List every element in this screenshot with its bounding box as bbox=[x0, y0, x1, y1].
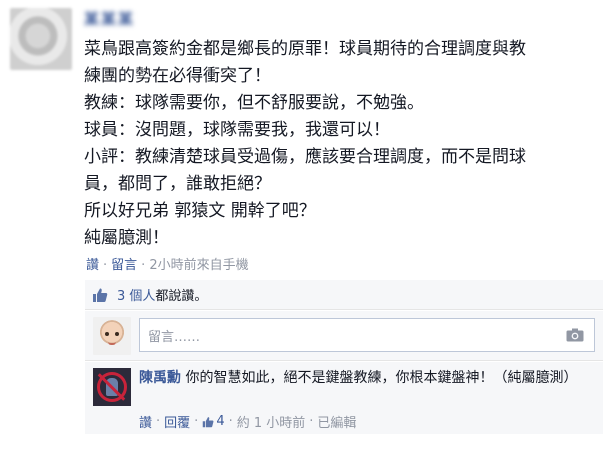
post-author-avatar[interactable] bbox=[10, 8, 72, 70]
like-link[interactable]: 讚 bbox=[86, 258, 99, 273]
likes-summary: 3 個人都說讚。 bbox=[85, 280, 603, 310]
separator-dot: · bbox=[103, 258, 108, 273]
likes-text: 3 個人都說讚。 bbox=[117, 285, 207, 304]
camera-icon[interactable] bbox=[566, 328, 584, 342]
comment-reply-link[interactable]: 回覆 bbox=[164, 412, 190, 431]
comment-text: 你的智慧如此，絕不是鍵盤教練，你根本鍵盤神！（純屬臆測） bbox=[181, 370, 578, 386]
comment-like-link[interactable]: 讚 bbox=[139, 412, 152, 431]
comment-timestamp[interactable]: 約 1 小時前 bbox=[237, 412, 306, 431]
comment-like-count[interactable]: 4 bbox=[216, 414, 224, 429]
commenter-avatar[interactable] bbox=[93, 368, 131, 406]
likes-count-link[interactable]: 3 個人 bbox=[117, 289, 155, 304]
post-line: 教練：球隊需要你，但不舒服要說，不勉強。 bbox=[84, 93, 424, 113]
avatar-eye bbox=[115, 332, 119, 336]
separator-dot: · bbox=[309, 414, 314, 429]
comment-actions: 讚 · 回覆 · 4 · 約 1 小時前 · 已編輯 bbox=[139, 412, 356, 431]
post-actions: 讚 · 留言 · 2小時前來自手機 bbox=[86, 254, 249, 273]
edited-label[interactable]: 已編輯 bbox=[317, 412, 356, 431]
comment-input[interactable]: 留言…… bbox=[139, 318, 595, 352]
post-line: 所以好兄弟 郭猿文 開幹了吧？ bbox=[84, 201, 316, 221]
comment-composer: 留言…… bbox=[85, 311, 603, 361]
post-body: 菜鳥跟高簽約金都是鄉長的原罪！球員期待的合理調度與教 練團的勢在必得衝突了！ 教… bbox=[84, 36, 609, 252]
comment-placeholder: 留言…… bbox=[148, 329, 201, 345]
post-line: 菜鳥跟高簽約金都是鄉長的原罪！球員期待的合理調度與教 bbox=[84, 39, 526, 59]
thumbs-up-icon bbox=[202, 416, 214, 428]
post-line: 練團的勢在必得衝突了！ bbox=[84, 66, 271, 86]
comment-item: 陳禹勳 你的智慧如此，絕不是鍵盤教練，你根本鍵盤神！（純屬臆測） 讚 · 回覆 · 4 ·… bbox=[85, 362, 603, 434]
post-line: 球員：沒問題，球隊需要我，我還可以！ bbox=[84, 120, 390, 140]
current-user-avatar[interactable] bbox=[93, 317, 131, 355]
commenter-name[interactable]: 陳禹勳 bbox=[139, 370, 181, 386]
post-line: 純屬臆測！ bbox=[84, 228, 169, 248]
comment-body: 陳禹勳 你的智慧如此，絕不是鍵盤教練，你根本鍵盤神！（純屬臆測） bbox=[139, 369, 594, 388]
separator-dot: · bbox=[194, 414, 199, 429]
avatar-eye bbox=[105, 332, 109, 336]
separator-dot: · bbox=[228, 414, 233, 429]
comment-link[interactable]: 留言 bbox=[111, 258, 137, 273]
likes-suffix: 都說讚。 bbox=[155, 289, 208, 304]
separator-dot: · bbox=[141, 258, 146, 273]
post-line: 員，都問了，誰敢拒絕？ bbox=[84, 174, 271, 194]
thumbs-up-icon bbox=[91, 286, 109, 304]
post-timestamp[interactable]: 2小時前來自手機 bbox=[149, 258, 248, 273]
post-author-name[interactable]: 某某某 bbox=[84, 8, 135, 28]
post-line: 小評：教練清楚球員受過傷，應該要合理調度，而不是問球 bbox=[84, 147, 526, 167]
separator-dot: · bbox=[156, 414, 161, 429]
avatar-mouth bbox=[108, 342, 116, 345]
